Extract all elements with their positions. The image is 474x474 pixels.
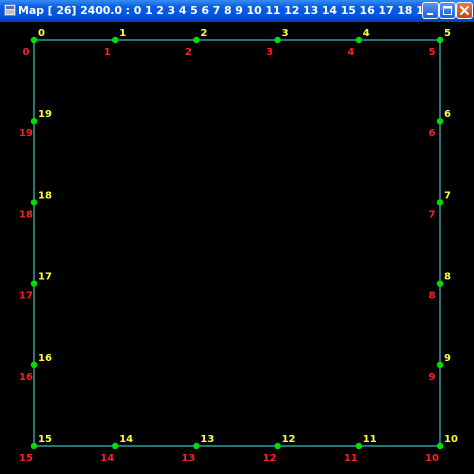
- node-marker[interactable]: [436, 199, 444, 206]
- close-icon: [460, 6, 469, 15]
- node-order-label: 10: [425, 453, 439, 464]
- node-marker[interactable]: [436, 118, 444, 125]
- node-marker[interactable]: [112, 36, 119, 44]
- map-node-14[interactable]: 14 14: [100, 434, 133, 464]
- map-node-1[interactable]: 11: [104, 28, 126, 58]
- map-node-17[interactable]: 1717: [19, 272, 52, 302]
- node-order-label: 11: [344, 453, 358, 464]
- node-index-label: 18: [38, 190, 52, 201]
- map-node-15[interactable]: 1515: [19, 434, 52, 464]
- node-marker[interactable]: [30, 442, 38, 450]
- node-index-label: 5: [444, 28, 451, 39]
- app-icon: [4, 4, 16, 16]
- node-order-label: 1: [104, 47, 111, 58]
- map-node-3[interactable]: 33: [266, 28, 288, 58]
- node-order-label: 17: [19, 291, 33, 302]
- node-marker[interactable]: [30, 118, 38, 125]
- map-node-13[interactable]: 13 13: [181, 434, 214, 464]
- node-index-label: 10: [444, 434, 458, 445]
- map-node-2[interactable]: 22: [185, 28, 207, 58]
- node-order-label: 13: [181, 453, 195, 464]
- node-index-label: 14: [119, 434, 133, 445]
- node-index-label: 19: [38, 109, 52, 120]
- node-marker[interactable]: [355, 36, 362, 44]
- node-index-label: 13: [200, 434, 214, 445]
- node-index-label: 4: [363, 28, 370, 39]
- maximize-icon: [443, 6, 452, 15]
- node-index-label: 9: [444, 353, 451, 364]
- node-order-label: 7: [429, 209, 436, 220]
- node-marker[interactable]: [30, 361, 38, 368]
- node-index-label: 2: [200, 28, 207, 39]
- title-bar[interactable]: Map [ 26] 2400.0 : 0 1 2 3 4 5 6 7 8 9 1…: [0, 0, 474, 22]
- minimize-button[interactable]: [422, 2, 439, 19]
- map-node-11[interactable]: 11 11: [344, 434, 377, 464]
- map-drawing: 0011223344556677889910101111121213131414…: [19, 28, 458, 464]
- node-index-label: 17: [38, 272, 52, 283]
- node-index-label: 1: [119, 28, 126, 39]
- node-order-label: 19: [19, 128, 33, 139]
- node-order-label: 15: [19, 453, 33, 464]
- map-node-18[interactable]: 1818: [19, 190, 52, 220]
- node-order-label: 18: [19, 209, 33, 220]
- node-marker[interactable]: [274, 36, 281, 44]
- node-order-label: 6: [429, 128, 436, 139]
- node-order-label: 8: [429, 291, 436, 302]
- node-marker[interactable]: [355, 442, 362, 450]
- node-order-label: 9: [429, 372, 436, 383]
- node-marker[interactable]: [30, 280, 38, 287]
- map-node-10[interactable]: 10 10: [425, 434, 458, 464]
- window-title: Map [ 26] 2400.0 : 0 1 2 3 4 5 6 7 8 9 1…: [18, 4, 432, 17]
- node-order-label: 16: [19, 372, 33, 383]
- node-index-label: 0: [38, 28, 45, 39]
- node-order-label: 12: [263, 453, 277, 464]
- node-marker[interactable]: [30, 199, 38, 206]
- node-index-label: 3: [282, 28, 289, 39]
- map-node-4[interactable]: 44: [347, 28, 369, 58]
- node-index-label: 11: [363, 434, 377, 445]
- node-index-label: 8: [444, 272, 451, 283]
- map-window: Map [ 26] 2400.0 : 0 1 2 3 4 5 6 7 8 9 1…: [0, 0, 474, 474]
- node-order-label: 5: [429, 47, 436, 58]
- node-order-label: 4: [347, 47, 354, 58]
- node-marker[interactable]: [436, 280, 444, 287]
- map-boundary: [33, 39, 441, 447]
- node-order-label: 3: [266, 47, 273, 58]
- node-order-label: 14: [100, 453, 114, 464]
- node-index-label: 15: [38, 434, 52, 445]
- node-index-label: 7: [444, 190, 451, 201]
- node-marker[interactable]: [30, 36, 38, 44]
- node-marker[interactable]: [436, 36, 444, 44]
- node-index-label: 16: [38, 353, 52, 364]
- node-index-label: 6: [444, 109, 451, 120]
- map-node-16[interactable]: 1616: [19, 353, 52, 383]
- maximize-button[interactable]: [439, 2, 456, 19]
- node-marker[interactable]: [274, 442, 281, 450]
- node-order-label: 2: [185, 47, 192, 58]
- map-node-19[interactable]: 1919: [19, 109, 52, 139]
- node-index-label: 12: [282, 434, 296, 445]
- close-button[interactable]: [456, 2, 473, 19]
- node-marker[interactable]: [436, 442, 444, 450]
- map-canvas[interactable]: 0 0 1 1 2 2 3 3 4 4 5 5 6 6 7 7 8 8 9 9 10 10 11 11 12 12 13 13 14 14…: [0, 22, 474, 474]
- node-marker[interactable]: [436, 361, 444, 368]
- node-marker[interactable]: [112, 442, 119, 450]
- node-marker[interactable]: [193, 442, 200, 450]
- minimize-icon: [427, 13, 433, 15]
- node-marker[interactable]: [193, 36, 200, 44]
- node-order-label: 0: [23, 47, 30, 58]
- map-node-12[interactable]: 12 12: [263, 434, 296, 464]
